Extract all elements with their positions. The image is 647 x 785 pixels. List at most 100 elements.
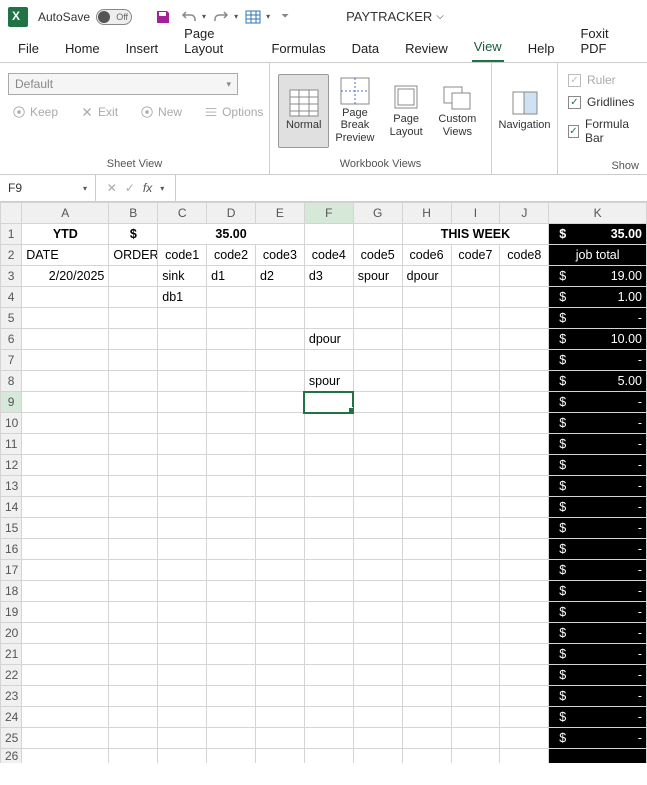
row-header-1[interactable]: 1	[1, 224, 22, 245]
cell-G3[interactable]: spour	[353, 266, 402, 287]
row-header-4[interactable]: 4	[1, 287, 22, 308]
cell-D8[interactable]	[207, 371, 256, 392]
cell-C6[interactable]	[158, 329, 207, 350]
cell-A20[interactable]	[22, 623, 109, 644]
cell-G26[interactable]	[353, 749, 402, 764]
cell-H21[interactable]	[402, 644, 451, 665]
cell-H26[interactable]	[402, 749, 451, 764]
row-header-2[interactable]: 2	[1, 245, 22, 266]
cell-D6[interactable]	[207, 329, 256, 350]
cell-I14[interactable]	[451, 497, 500, 518]
cell-C9[interactable]	[158, 392, 207, 413]
cell-C8[interactable]	[158, 371, 207, 392]
cell-G9[interactable]	[353, 392, 402, 413]
cell-H5[interactable]	[402, 308, 451, 329]
cell-D5[interactable]	[207, 308, 256, 329]
col-header-C[interactable]: C	[158, 203, 207, 224]
cell-A9[interactable]	[22, 392, 109, 413]
cell-D10[interactable]	[207, 413, 256, 434]
cell-F19[interactable]	[304, 602, 353, 623]
cell-J20[interactable]	[500, 623, 549, 644]
cell-I3[interactable]	[451, 266, 500, 287]
col-header-H[interactable]: H	[402, 203, 451, 224]
cell-J22[interactable]	[500, 665, 549, 686]
cell-H13[interactable]	[402, 476, 451, 497]
row-header-6[interactable]: 6	[1, 329, 22, 350]
cell-C26[interactable]	[158, 749, 207, 764]
formula-input[interactable]	[176, 175, 647, 201]
cell-K8[interactable]: $5.00	[549, 371, 647, 392]
cell-G23[interactable]	[353, 686, 402, 707]
row-header-19[interactable]: 19	[1, 602, 22, 623]
cell-D25[interactable]	[207, 728, 256, 749]
cell-A24[interactable]	[22, 707, 109, 728]
cell-E19[interactable]	[256, 602, 305, 623]
cell-G8[interactable]	[353, 371, 402, 392]
cell-B19[interactable]	[109, 602, 158, 623]
cell-G6[interactable]	[353, 329, 402, 350]
row-header-23[interactable]: 23	[1, 686, 22, 707]
cell-C13[interactable]	[158, 476, 207, 497]
cell-E10[interactable]	[256, 413, 305, 434]
cell-F21[interactable]	[304, 644, 353, 665]
cell-A5[interactable]	[22, 308, 109, 329]
cell-C14[interactable]	[158, 497, 207, 518]
cell-G11[interactable]	[353, 434, 402, 455]
cell-C16[interactable]	[158, 539, 207, 560]
cell-B10[interactable]	[109, 413, 158, 434]
sheetview-select[interactable]: Default▾	[8, 73, 238, 95]
cell-J21[interactable]	[500, 644, 549, 665]
cell-I6[interactable]	[451, 329, 500, 350]
cell-G5[interactable]	[353, 308, 402, 329]
cell-D12[interactable]	[207, 455, 256, 476]
cell-K17[interactable]: $-	[549, 560, 647, 581]
cell-I13[interactable]	[451, 476, 500, 497]
cell-F20[interactable]	[304, 623, 353, 644]
cell-A23[interactable]	[22, 686, 109, 707]
cell-C23[interactable]	[158, 686, 207, 707]
cell-H22[interactable]	[402, 665, 451, 686]
cell-B20[interactable]	[109, 623, 158, 644]
cell-D24[interactable]	[207, 707, 256, 728]
cell-H10[interactable]	[402, 413, 451, 434]
col-header-K[interactable]: K	[549, 203, 647, 224]
row-header-11[interactable]: 11	[1, 434, 22, 455]
cell-H4[interactable]	[402, 287, 451, 308]
cell-D14[interactable]	[207, 497, 256, 518]
cell-E3[interactable]: d2	[256, 266, 305, 287]
custom-views-button[interactable]: Custom Views	[432, 74, 483, 148]
tab-review[interactable]: Review	[403, 35, 450, 62]
cell-K13[interactable]: $-	[549, 476, 647, 497]
cell-B5[interactable]	[109, 308, 158, 329]
spreadsheet-grid[interactable]: ABCDEFGHIJK 1 YTD $ 35.00 THIS WEEK $35.…	[0, 202, 647, 763]
filename-dropdown[interactable]: PAYTRACKER ⌵	[346, 9, 444, 24]
cell-A12[interactable]	[22, 455, 109, 476]
cell-A18[interactable]	[22, 581, 109, 602]
cell-B15[interactable]	[109, 518, 158, 539]
cell-J3[interactable]	[500, 266, 549, 287]
row-header-14[interactable]: 14	[1, 497, 22, 518]
cell-F18[interactable]	[304, 581, 353, 602]
col-header-I[interactable]: I	[451, 203, 500, 224]
cell-E21[interactable]	[256, 644, 305, 665]
cell-K21[interactable]: $-	[549, 644, 647, 665]
cell-B9[interactable]	[109, 392, 158, 413]
autosave-toggle[interactable]: Off	[96, 9, 132, 25]
cell-I24[interactable]	[451, 707, 500, 728]
cell-J8[interactable]	[500, 371, 549, 392]
cell-G18[interactable]	[353, 581, 402, 602]
cell-I7[interactable]	[451, 350, 500, 371]
cell-H25[interactable]	[402, 728, 451, 749]
cell-D19[interactable]	[207, 602, 256, 623]
cell-A19[interactable]	[22, 602, 109, 623]
cell-E22[interactable]	[256, 665, 305, 686]
cell-D15[interactable]	[207, 518, 256, 539]
cell-A4[interactable]	[22, 287, 109, 308]
cell-K5[interactable]: $-	[549, 308, 647, 329]
cell-F6[interactable]: dpour	[304, 329, 353, 350]
cell-A3[interactable]: 2/20/2025	[22, 266, 109, 287]
cell-J6[interactable]	[500, 329, 549, 350]
cell-I12[interactable]	[451, 455, 500, 476]
cell-K14[interactable]: $-	[549, 497, 647, 518]
cell-K25[interactable]: $-	[549, 728, 647, 749]
